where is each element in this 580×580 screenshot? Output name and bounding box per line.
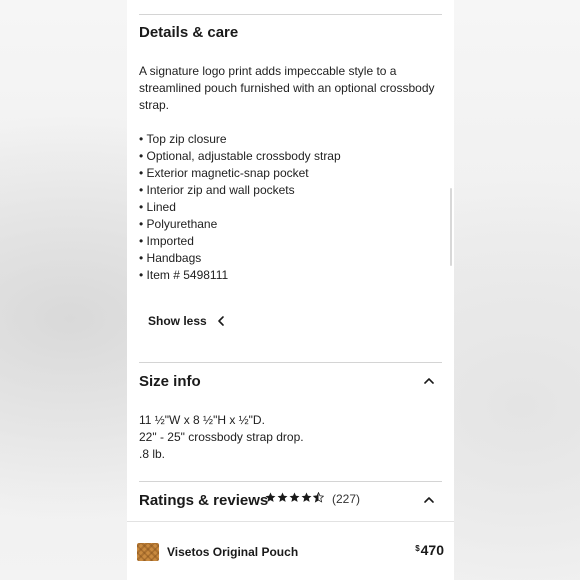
product-price: $ 470 bbox=[415, 542, 444, 558]
star-icon bbox=[289, 492, 300, 502]
star-icon bbox=[265, 492, 276, 502]
chevron-left-icon bbox=[215, 315, 227, 327]
description-line: A signature logo print adds impeccable s… bbox=[139, 64, 397, 78]
bullet-item: Optional, adjustable crossbody strap bbox=[139, 148, 341, 165]
details-bullet-list: Top zip closure Optional, adjustable cro… bbox=[139, 131, 341, 284]
bullet-item: Imported bbox=[139, 233, 341, 250]
bullet-item: Handbags bbox=[139, 250, 341, 267]
bullet-item: Interior zip and wall pockets bbox=[139, 182, 341, 199]
sticky-product-bar[interactable]: Visetos Original Pouch $ 470 bbox=[127, 521, 454, 580]
bullet-item: Polyurethane bbox=[139, 216, 341, 233]
description-line: streamlined pouch furnished with an opti… bbox=[139, 81, 435, 95]
show-less-button[interactable]: Show less bbox=[148, 312, 227, 330]
price-currency: $ bbox=[415, 544, 420, 553]
size-line: 11 ½"W x 8 ½"H x ½"D. bbox=[139, 413, 265, 427]
bullet-item: Lined bbox=[139, 199, 341, 216]
star-icon bbox=[277, 492, 288, 502]
top-divider bbox=[139, 14, 442, 15]
details-description: A signature logo print adds impeccable s… bbox=[139, 63, 442, 114]
bullet-item: Exterior magnetic-snap pocket bbox=[139, 165, 341, 182]
section-divider bbox=[139, 362, 442, 363]
review-count[interactable]: (227) bbox=[332, 492, 360, 506]
half-star-icon bbox=[313, 492, 324, 503]
star-icon bbox=[301, 492, 312, 502]
ratings-reviews-title: Ratings & reviews bbox=[139, 492, 269, 509]
ratings-collapse-button[interactable] bbox=[422, 493, 436, 507]
bullet-item: Top zip closure bbox=[139, 131, 341, 148]
size-info-text: 11 ½"W x 8 ½"H x ½"D. 22" - 25" crossbod… bbox=[139, 412, 442, 463]
product-thumbnail bbox=[137, 543, 159, 561]
product-name: Visetos Original Pouch bbox=[167, 545, 299, 559]
size-line: .8 lb. bbox=[139, 447, 166, 461]
product-detail-panel: Details & care A signature logo print ad… bbox=[127, 0, 454, 580]
size-info-title: Size info bbox=[139, 373, 201, 390]
description-line: strap. bbox=[139, 98, 170, 112]
price-amount: 470 bbox=[420, 542, 444, 558]
show-less-label: Show less bbox=[148, 314, 207, 328]
chevron-up-icon bbox=[422, 375, 436, 392]
chevron-up-icon bbox=[422, 494, 436, 511]
size-line: 22" - 25" crossbody strap drop. bbox=[139, 430, 304, 444]
details-care-title: Details & care bbox=[139, 24, 239, 41]
section-divider bbox=[139, 481, 442, 482]
star-rating bbox=[265, 492, 324, 503]
size-info-collapse-button[interactable] bbox=[422, 374, 436, 388]
scrollbar[interactable] bbox=[450, 188, 452, 266]
bullet-item: Item # 5498111 bbox=[139, 267, 341, 284]
